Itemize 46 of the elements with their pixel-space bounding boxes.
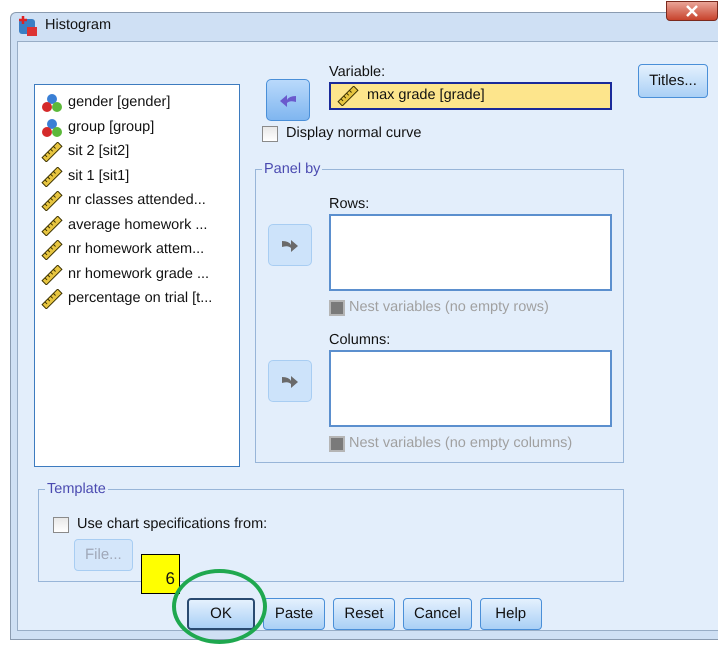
variable-label: average homework ... [68, 216, 208, 235]
variable-item[interactable]: group [group] [41, 116, 239, 140]
variable-label: nr homework attem... [68, 240, 204, 260]
titles-button[interactable]: Titles... [638, 64, 708, 98]
close-button[interactable] [666, 1, 718, 21]
variable-label: Variable: [329, 63, 386, 82]
dialog-button[interactable]: Cancel [403, 598, 472, 630]
left-arrow-icon [279, 92, 297, 108]
window-title: Histogram [45, 16, 112, 36]
field-label: Columns: [329, 331, 390, 350]
variable-item[interactable]: sit 1 [sit1] [41, 164, 239, 189]
chart-icon [17, 15, 39, 37]
three-balls-icon [41, 118, 63, 138]
variable-label: sit 1 [sit1] [68, 166, 130, 186]
close-icon [686, 5, 698, 17]
dialog-button[interactable]: OK [187, 598, 255, 630]
dialog-button[interactable]: Reset [333, 598, 395, 630]
variable-label: nr homework grade ... [68, 264, 210, 284]
step-number-note: 6 [141, 554, 180, 594]
dialog-button[interactable]: Paste [263, 598, 325, 630]
dialog-button[interactable]: Help [480, 598, 542, 630]
variable-item[interactable]: sit 2 [sit2] [41, 140, 239, 164]
move-arrow-button[interactable] [268, 360, 312, 402]
drop-field[interactable] [329, 350, 612, 427]
variable-field[interactable]: max grade [grade] [329, 82, 612, 110]
variable-item[interactable]: nr homework attem... [41, 238, 239, 262]
move-arrow-button[interactable] [268, 224, 312, 266]
right-arrow-icon [281, 373, 299, 389]
field-label: Rows: [329, 195, 370, 214]
right-arrow-icon [281, 237, 299, 253]
variable-label: sit 2 [sit2] [68, 142, 130, 162]
variable-label: percentage on trial [t... [68, 289, 212, 308]
three-balls-icon [41, 93, 63, 114]
display-normal-curve-checkbox[interactable]: Display normal curve [262, 123, 422, 145]
variable-label: gender [gender] [68, 93, 170, 112]
variable-item[interactable]: nr homework grade ... [41, 262, 239, 287]
variable-item[interactable]: gender [gender] [41, 91, 239, 116]
variable-value: max grade [grade] [367, 86, 485, 106]
move-arrow-button[interactable] [266, 79, 310, 121]
variable-label: group [group] [68, 118, 154, 137]
variable-item[interactable]: average homework ... [41, 214, 239, 238]
variable-item[interactable]: nr classes attended... [41, 189, 239, 214]
variable-label: nr classes attended... [68, 191, 206, 210]
drop-field[interactable] [329, 214, 612, 291]
variable-item[interactable]: percentage on trial [t... [41, 287, 239, 312]
use-chart-specifications-checkbox[interactable]: Use chart specifications from: [53, 514, 268, 536]
